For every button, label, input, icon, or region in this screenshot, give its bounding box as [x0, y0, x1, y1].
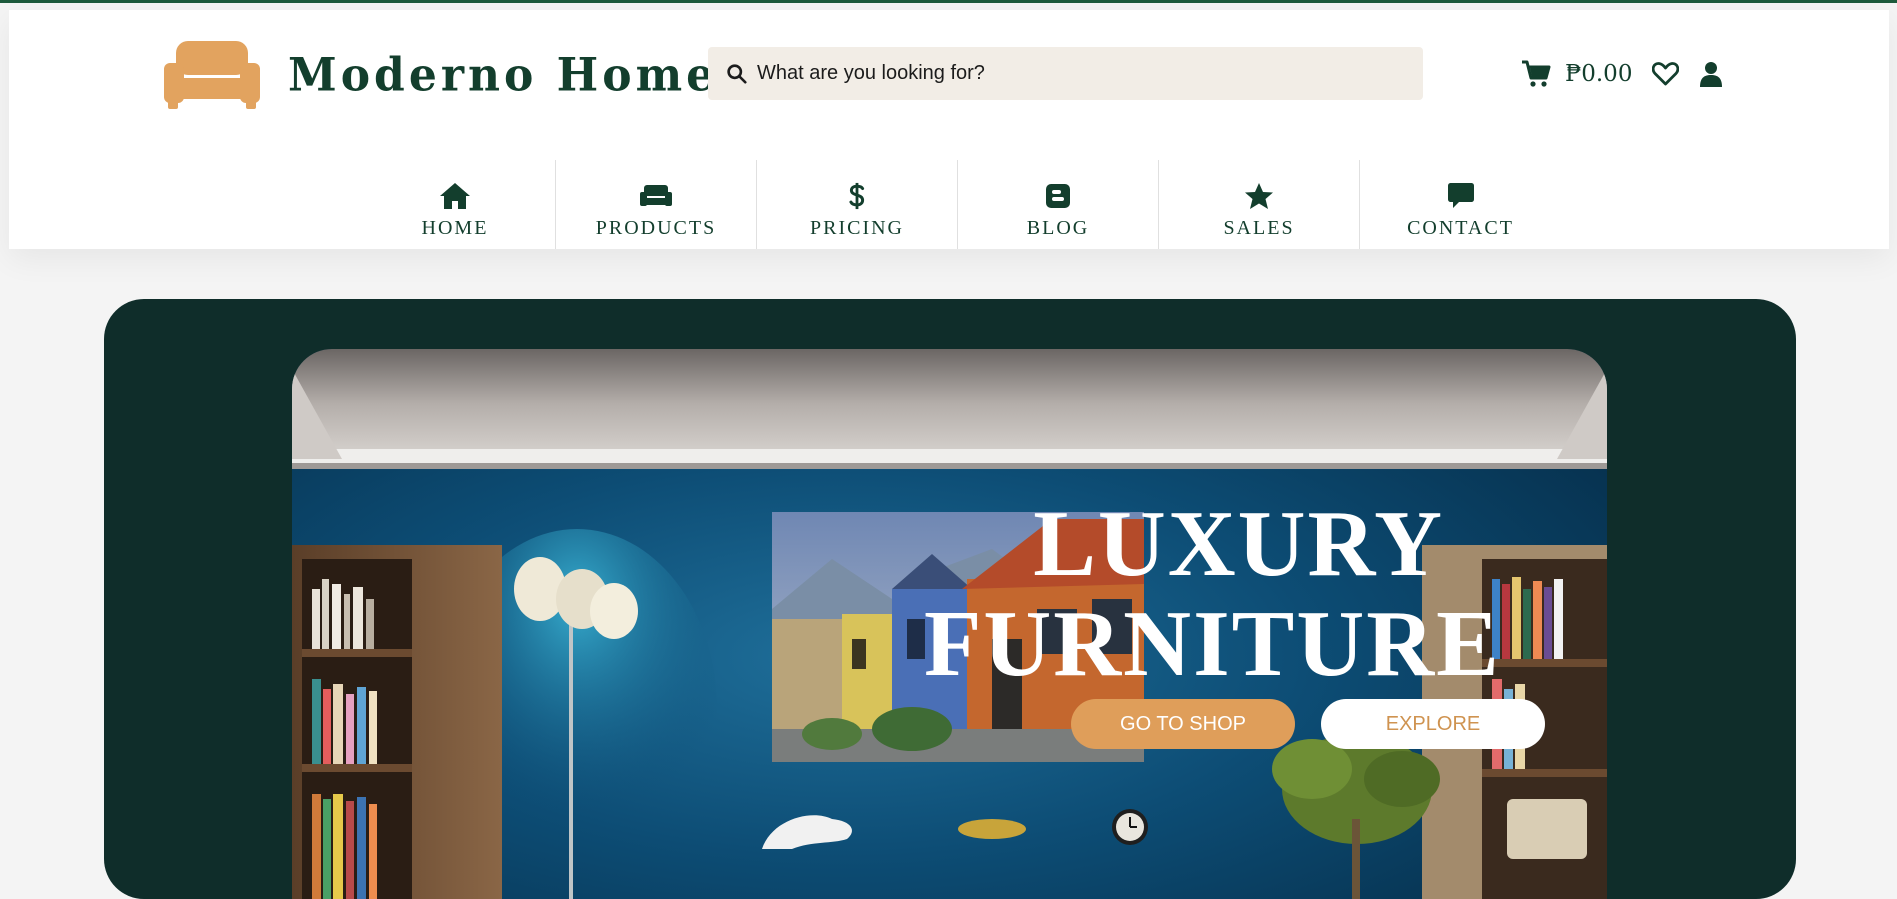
nav-item-products[interactable]: PRODUCTS — [556, 160, 757, 249]
blogger-icon — [1046, 184, 1070, 208]
hero-headline-line1: LUXURY — [1033, 492, 1444, 596]
nav-item-sales[interactable]: SALES — [1159, 160, 1360, 249]
star-icon — [1245, 183, 1273, 209]
hero-banner: LUXURY FURNITURE GO TO SHOP EXPLORE — [104, 299, 1796, 899]
brand-name: Moderno Home — [288, 48, 719, 102]
nav-item-blog[interactable]: BLOG — [958, 160, 1159, 249]
nav-label-home: HOME — [421, 217, 489, 239]
nav-label-sales: SALES — [1223, 217, 1295, 239]
cart-icon[interactable] — [1521, 60, 1551, 88]
nav-item-pricing[interactable]: PRICING — [757, 160, 958, 249]
header-actions: ₱0.00 — [1521, 54, 1723, 94]
search-icon — [727, 64, 747, 84]
cart-total[interactable]: ₱0.00 — [1565, 61, 1632, 87]
nav-label-blog: BLOG — [1026, 217, 1090, 239]
home-icon — [440, 183, 470, 209]
nav-label-products: PRODUCTS — [595, 217, 717, 239]
dollar-icon — [849, 182, 865, 210]
search-bar[interactable] — [708, 47, 1423, 100]
chat-icon — [1447, 183, 1474, 208]
main-nav: HOME PRODUCTS PRICING BLOG SALES CONTACT — [355, 160, 1561, 249]
sofa-logo-icon — [164, 41, 260, 109]
nav-item-home[interactable]: HOME — [355, 160, 556, 249]
logo[interactable]: Moderno Home — [164, 41, 718, 109]
go-to-shop-button[interactable]: GO TO SHOP — [1071, 699, 1295, 749]
hero-headline-line2: FURNITURE — [924, 592, 1501, 696]
explore-button[interactable]: EXPLORE — [1321, 699, 1545, 749]
top-accent-line — [0, 0, 1897, 3]
sofa-icon — [640, 185, 672, 206]
nav-label-contact: CONTACT — [1407, 217, 1514, 239]
hero-headline: LUXURY FURNITURE — [924, 492, 1501, 696]
site-header: Moderno Home ₱0.00 — [9, 10, 1889, 249]
user-icon[interactable] — [1699, 61, 1723, 87]
heart-icon[interactable] — [1652, 62, 1680, 86]
search-input[interactable] — [757, 62, 1377, 85]
nav-label-pricing: PRICING — [809, 217, 904, 239]
nav-item-contact[interactable]: CONTACT — [1360, 160, 1561, 249]
